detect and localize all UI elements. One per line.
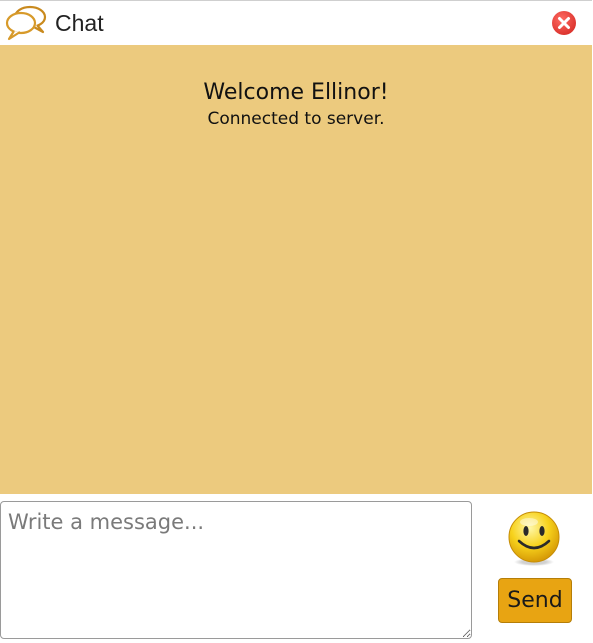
send-button[interactable]: Send	[498, 578, 572, 623]
smiley-icon	[508, 511, 560, 566]
emoji-button[interactable]	[505, 510, 563, 568]
connection-status: Connected to server.	[207, 109, 385, 129]
close-icon	[552, 11, 576, 35]
welcome-message: Welcome Ellinor!	[203, 80, 389, 105]
chat-window: Chat Welcome Ellinor! Connected to serve…	[0, 0, 592, 643]
message-input[interactable]	[0, 501, 472, 639]
composer: Send	[0, 494, 592, 643]
close-button[interactable]	[551, 10, 577, 36]
message-area[interactable]: Welcome Ellinor! Connected to server.	[0, 45, 592, 494]
chat-bubbles-icon	[4, 4, 48, 42]
window-title: Chat	[55, 10, 104, 36]
title-bar: Chat	[0, 1, 592, 45]
